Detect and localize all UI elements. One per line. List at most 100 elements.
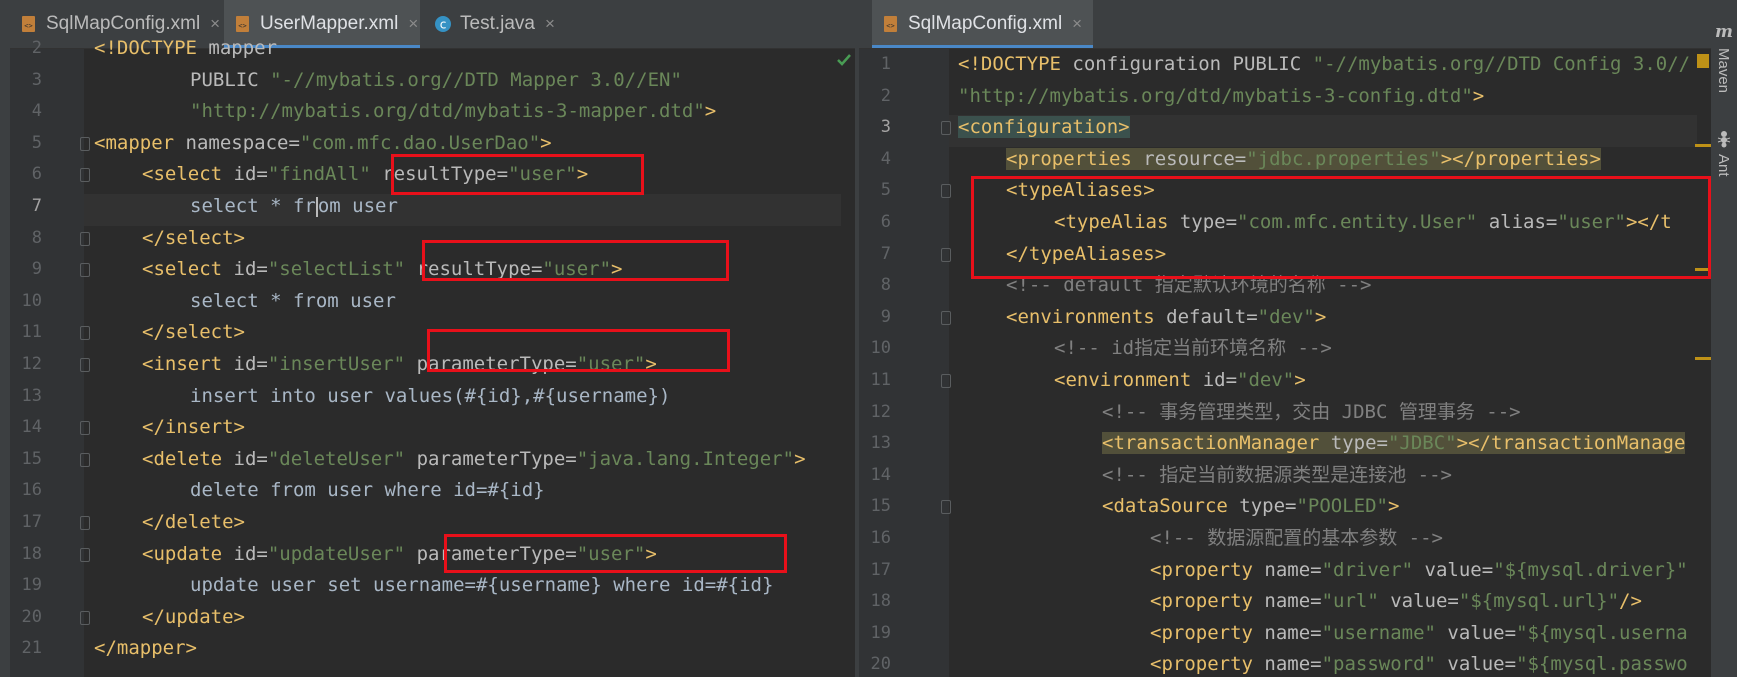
code-line: </mapper> [94, 637, 197, 660]
fold-toggle-icon[interactable] [80, 516, 90, 530]
code-line: <environments default="dev"> [1006, 305, 1327, 328]
code-line: select * from user [190, 195, 398, 217]
line-number: 17 [21, 512, 42, 532]
code-line: "http://mybatis.org/dtd/mybatis-3-config… [958, 84, 1485, 107]
annotation-highlight-box [427, 329, 730, 372]
close-icon[interactable]: × [1072, 14, 1082, 34]
tab-label: UserMapper.xml [260, 13, 399, 34]
annotation-highlight-box [971, 176, 1711, 279]
text-caret [315, 196, 318, 217]
fold-toggle-icon[interactable] [80, 452, 90, 467]
fold-toggle-icon[interactable] [80, 168, 90, 183]
inspection-warning-icon[interactable] [1697, 54, 1709, 68]
tab-label: SqlMapConfig.xml [908, 13, 1063, 34]
line-number: 11 [21, 322, 42, 343]
fold-toggle-icon[interactable] [80, 421, 90, 436]
line-number: 2 [31, 38, 42, 58]
code-line: <property name="password" value="${mysql… [1150, 653, 1688, 676]
line-number: 13 [21, 385, 42, 406]
line-number: 1 [880, 54, 891, 74]
line-number: 4 [880, 148, 891, 169]
line-number: 4 [31, 101, 42, 122]
code-line: <property name="driver" value="${mysql.d… [1150, 558, 1688, 581]
tool-window-strip: m Maven Ant [1711, 0, 1737, 677]
code-line: "http://mybatis.org/dtd/mybatis-3-mapper… [190, 100, 717, 123]
right-editor-pane: <> SqlMapConfig.xml × 1 <!DOCTYPE configu… [859, 0, 1711, 677]
line-number: 8 [31, 227, 42, 248]
code-line: </select> [142, 321, 245, 344]
svg-text:<>: <> [238, 22, 246, 30]
line-number: 12 [870, 401, 891, 422]
line-number: 3 [31, 69, 42, 90]
right-code-editor[interactable]: 1 <!DOCTYPE configuration PUBLIC "-//myba… [859, 49, 1711, 677]
editor-scrollbar[interactable] [841, 98, 855, 677]
project-panel-edge [0, 0, 10, 677]
line-number: 16 [21, 480, 42, 501]
code-line: select * from user [190, 289, 396, 312]
close-icon[interactable]: × [210, 14, 220, 34]
line-number: 18 [21, 543, 42, 564]
fold-toggle-icon[interactable] [80, 326, 90, 341]
code-line: <delete id="deleteUser" parameterType="j… [142, 447, 806, 470]
code-line: </insert> [142, 416, 245, 439]
line-number: 16 [870, 528, 891, 548]
svg-text:c: c [440, 18, 447, 32]
code-line: <property name="username" value="${mysql… [1150, 621, 1688, 644]
line-number: 9 [31, 259, 42, 280]
fold-toggle-icon[interactable] [941, 247, 951, 262]
svg-text:<>: <> [24, 22, 32, 30]
fold-toggle-icon[interactable] [941, 500, 951, 515]
line-number: 12 [21, 354, 42, 374]
annotation-highlight-box [391, 154, 644, 195]
xml-file-icon: <> [882, 15, 900, 33]
svg-text:<>: <> [886, 22, 894, 30]
code-line: <!-- 数据源配置的基本参数 --> [1150, 527, 1443, 549]
line-number: 10 [870, 338, 891, 359]
code-line: <configuration> [958, 116, 1130, 139]
fold-toggle-icon[interactable] [941, 121, 951, 136]
maven-tool-button[interactable]: Maven [1715, 48, 1732, 93]
ant-icon [1717, 131, 1731, 148]
close-icon[interactable]: × [408, 14, 418, 34]
fold-toggle-icon[interactable] [80, 263, 90, 278]
line-number: 17 [870, 559, 891, 580]
left-code-editor[interactable]: 2 <!DOCTYPE mapper 3 PUBLIC "-//mybatis.org… [10, 37, 855, 677]
code-line: <property name="url" value="${mysql.url}… [1150, 590, 1642, 613]
fold-toggle-icon[interactable] [941, 184, 951, 199]
line-number: 14 [870, 464, 891, 485]
fold-toggle-icon[interactable] [80, 231, 90, 246]
annotation-highlight-box [444, 534, 787, 573]
line-number: 6 [31, 164, 42, 185]
xml-file-icon: <> [234, 15, 252, 33]
code-line: <!-- id指定当前环境名称 --> [1054, 337, 1332, 360]
code-line: update user set username=#{username} whe… [190, 574, 774, 597]
close-icon[interactable]: × [545, 14, 555, 34]
code-line: </update> [142, 605, 245, 628]
line-number: 7 [31, 196, 42, 216]
tab-sqlmapconfig-right[interactable]: <> SqlMapConfig.xml × [872, 0, 1093, 48]
code-line: </select> [142, 226, 245, 249]
left-editor-pane: <> SqlMapConfig.xml × <> UserMapper.xml … [10, 0, 855, 677]
fold-toggle-icon[interactable] [80, 547, 90, 562]
ant-tool-button[interactable]: Ant [1715, 154, 1732, 177]
line-number: 7 [880, 243, 891, 264]
code-line: </delete> [142, 511, 245, 533]
line-number: 2 [880, 85, 891, 106]
line-number: 19 [870, 622, 891, 643]
line-number: 10 [21, 290, 42, 311]
warning-marker[interactable] [1695, 357, 1711, 360]
line-number: 6 [880, 212, 891, 232]
fold-toggle-icon[interactable] [80, 610, 90, 625]
tab-test-java[interactable]: c Test.java × [424, 0, 564, 48]
java-class-icon: c [434, 15, 452, 33]
line-number: 18 [870, 591, 891, 612]
line-number: 11 [870, 370, 891, 390]
fold-toggle-icon[interactable] [80, 358, 90, 372]
line-number: 21 [21, 638, 42, 659]
tab-label: Test.java [460, 13, 535, 34]
warning-marker[interactable] [1695, 144, 1711, 147]
fold-toggle-icon[interactable] [80, 136, 90, 151]
fold-toggle-icon[interactable] [941, 310, 951, 325]
code-line: <!DOCTYPE configuration PUBLIC "-//mybat… [958, 53, 1691, 75]
fold-toggle-icon[interactable] [941, 374, 951, 388]
